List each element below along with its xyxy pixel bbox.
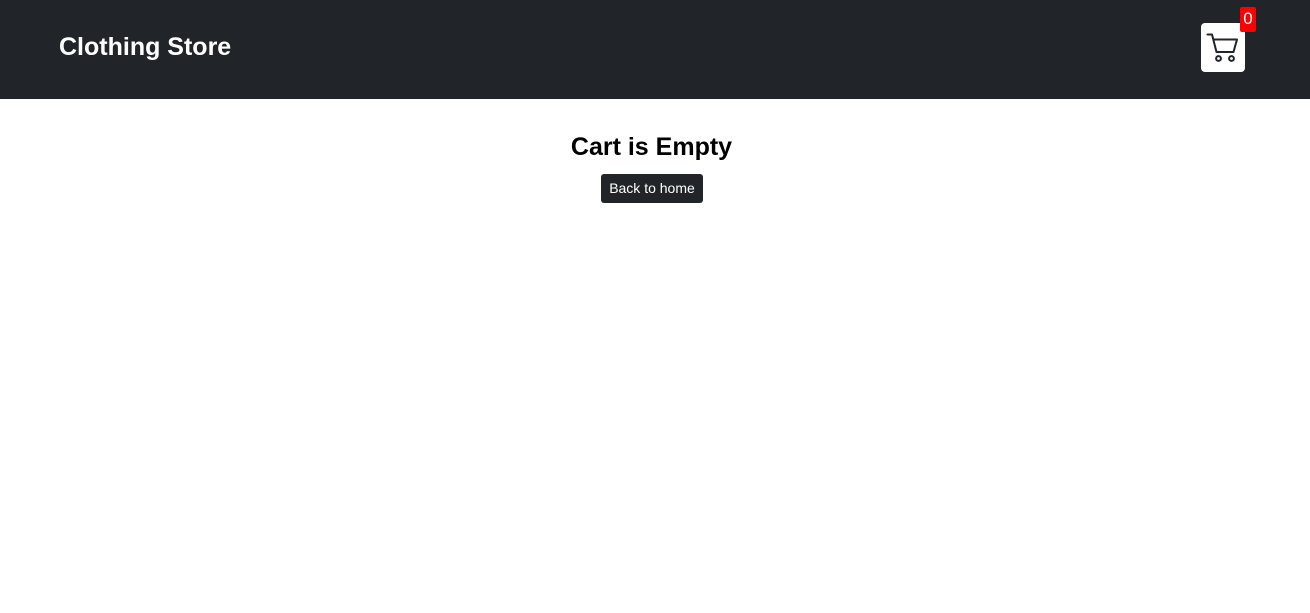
empty-cart-title: Cart is Empty	[570, 133, 733, 161]
cart-button[interactable]	[1201, 23, 1245, 72]
back-to-home-button[interactable]: Back to home	[601, 174, 703, 203]
store-brand-link[interactable]: Clothing Store	[59, 31, 231, 63]
cart-icon	[1206, 32, 1240, 64]
cart-count-badge: 0	[1240, 7, 1256, 32]
navbar: Clothing Store 0	[0, 0, 1310, 99]
